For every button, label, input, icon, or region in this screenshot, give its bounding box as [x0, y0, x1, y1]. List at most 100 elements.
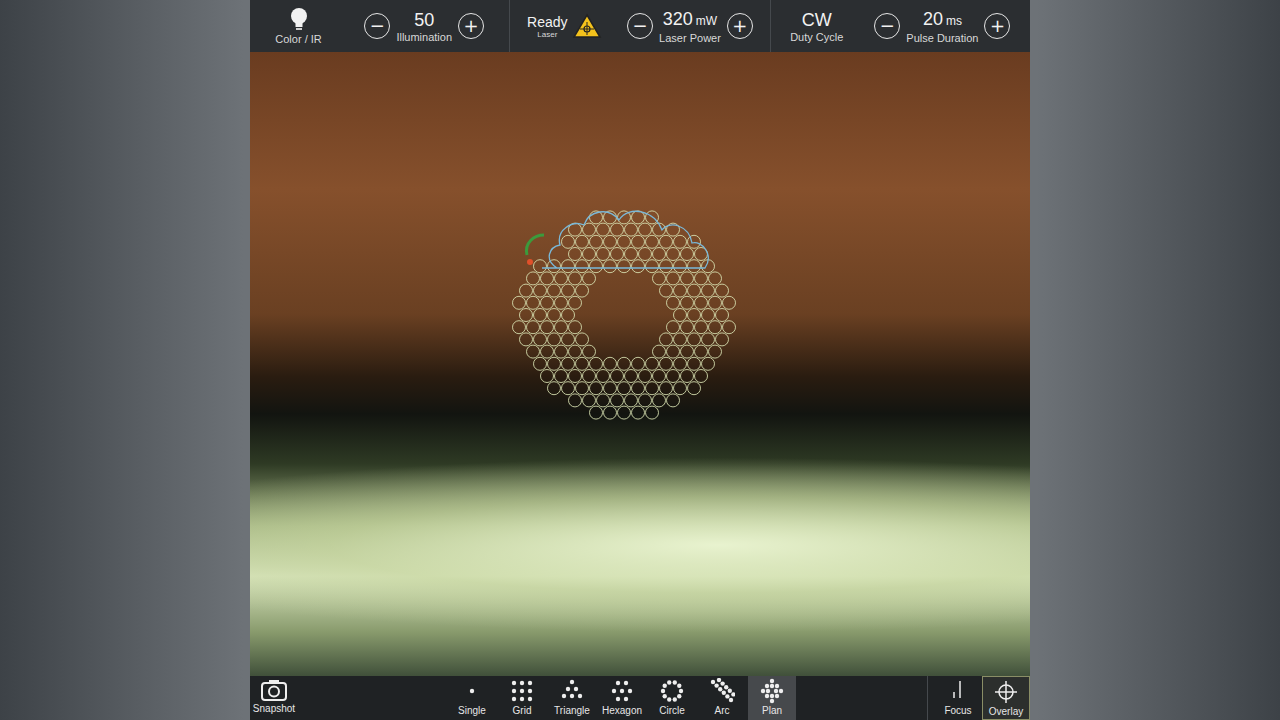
tool-button[interactable]: Overlay	[982, 676, 1030, 720]
laser-spot	[681, 248, 694, 261]
laser-spot	[681, 345, 694, 358]
laser-spot	[716, 333, 729, 346]
laser-spot	[674, 235, 687, 248]
decrement-button[interactable]: −	[364, 13, 390, 39]
stepper-readout: 320mWLaser Power	[659, 8, 721, 44]
laser-spot	[674, 357, 687, 370]
laser-spot	[667, 296, 680, 309]
laser-spot	[583, 394, 596, 407]
laser-spot	[681, 321, 694, 334]
bulb-icon[interactable]	[289, 7, 309, 31]
laser-spot	[667, 272, 680, 285]
pattern-button[interactable]: Grid	[498, 676, 546, 720]
laser-spot	[583, 370, 596, 383]
laser-spot	[548, 284, 561, 297]
laser-spot	[618, 382, 631, 395]
laser-spot	[562, 382, 575, 395]
laser-spot	[562, 260, 575, 273]
laser-spot	[660, 382, 673, 395]
laser-spot	[590, 406, 603, 419]
laser-spot	[576, 333, 589, 346]
laser-spot	[653, 394, 666, 407]
laser-spot	[618, 235, 631, 248]
laser-spot	[597, 223, 610, 236]
control-group: Color / IR −50Illumination+	[250, 0, 510, 52]
pattern-button[interactable]: Hexagon	[598, 676, 646, 720]
exclusion-zone[interactable]	[542, 211, 708, 268]
stepper-readout: 20msPulse Duration	[906, 8, 978, 44]
top-bar: Color / IR−50Illumination+ReadyLaser−320…	[250, 0, 1030, 52]
stepper-control[interactable]: −20msPulse Duration+	[874, 8, 1010, 44]
pattern-button[interactable]: Circle	[648, 676, 696, 720]
laser-spot	[576, 382, 589, 395]
laser-spot	[611, 394, 624, 407]
pattern-label: Arc	[715, 705, 730, 716]
laser-spot	[534, 309, 547, 322]
pattern-list: SingleGridTriangle Hexagon Circle Arc Plan	[448, 676, 796, 720]
laser-status: Ready	[527, 14, 567, 30]
spot-pattern-overlay[interactable]	[494, 185, 754, 445]
mode-control[interactable]: Color / IR	[275, 7, 321, 45]
laser-spot	[632, 260, 645, 273]
snapshot-button[interactable]: Snapshot	[250, 676, 298, 720]
aim-beam	[527, 259, 533, 265]
laser-spot	[646, 357, 659, 370]
pattern-button[interactable]: Single	[448, 676, 496, 720]
laser-spot	[688, 333, 701, 346]
laser-spot	[618, 406, 631, 419]
laser-spot	[667, 345, 680, 358]
tool-button[interactable]: Focus	[934, 676, 982, 720]
laser-spot	[513, 296, 526, 309]
stepper-value: 320mW	[663, 8, 717, 32]
laser-spot	[723, 321, 736, 334]
laser-spot	[569, 370, 582, 383]
laser-spot	[569, 321, 582, 334]
increment-button[interactable]: +	[458, 13, 484, 39]
stepper-control[interactable]: −50Illumination+	[364, 9, 484, 43]
laser-spot	[674, 333, 687, 346]
laser-spot	[576, 235, 589, 248]
pattern-label: Hexagon	[602, 705, 642, 716]
laser-spot	[534, 284, 547, 297]
laser-spot	[576, 260, 589, 273]
decrement-button[interactable]: −	[627, 13, 653, 39]
laser-spot	[541, 370, 554, 383]
laser-spot	[688, 309, 701, 322]
laser-spot	[695, 345, 708, 358]
pattern-button[interactable]: Arc	[698, 676, 746, 720]
stepper-unit: mW	[696, 14, 717, 28]
fundus-video	[250, 52, 1030, 676]
laser-spot	[527, 345, 540, 358]
decrement-button[interactable]: −	[874, 13, 900, 39]
laser-spot	[667, 248, 680, 261]
laser-spot	[527, 272, 540, 285]
increment-button[interactable]: +	[984, 13, 1010, 39]
aim-arc	[526, 235, 544, 255]
laser-spot	[695, 296, 708, 309]
laser-spot	[639, 223, 652, 236]
readout-control[interactable]: CWDuty Cycle	[790, 9, 843, 43]
increment-button[interactable]: +	[727, 13, 753, 39]
stepper-control[interactable]: −320mWLaser Power+	[627, 8, 753, 44]
pattern-label: Plan	[762, 705, 782, 716]
laser-spot	[723, 296, 736, 309]
laser-spot	[541, 345, 554, 358]
laser-spot	[597, 370, 610, 383]
laser-spot	[534, 333, 547, 346]
control-group: ReadyLaser−320mWLaser Power+	[510, 0, 770, 52]
laser-spot	[541, 272, 554, 285]
readout-label: Duty Cycle	[790, 31, 843, 43]
laser-spot	[709, 296, 722, 309]
laser-spot	[681, 296, 694, 309]
laser-spot	[555, 370, 568, 383]
status-control[interactable]: ReadyLaser	[527, 13, 601, 39]
pattern-button[interactable]: Plan	[748, 676, 796, 720]
pattern-icon	[509, 678, 535, 704]
laser-spot	[548, 333, 561, 346]
laser-spot	[527, 321, 540, 334]
laser-spot	[716, 309, 729, 322]
laser-spot	[674, 284, 687, 297]
laser-spot	[604, 357, 617, 370]
pattern-button[interactable]: Triangle	[548, 676, 596, 720]
laser-spot	[660, 284, 673, 297]
